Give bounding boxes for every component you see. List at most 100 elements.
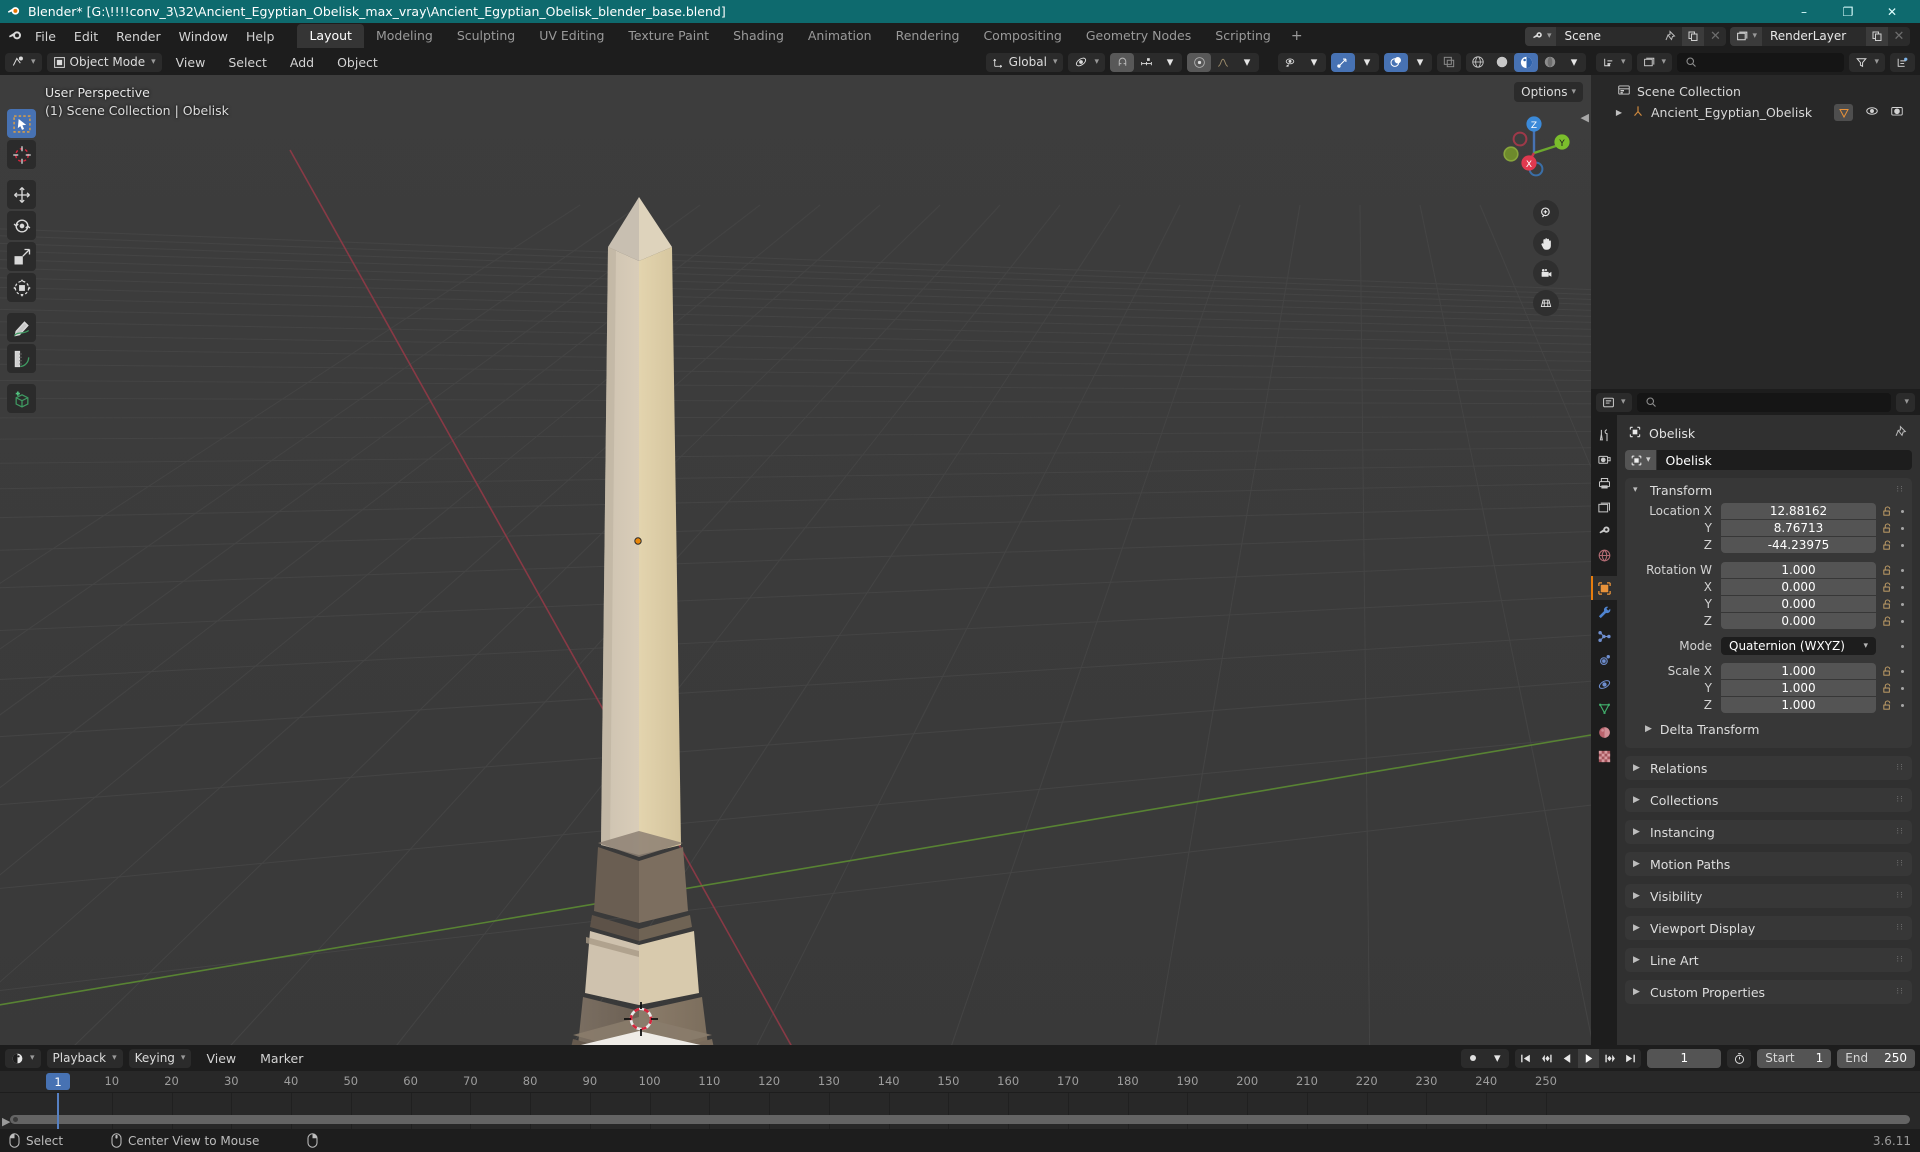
tool-cursor[interactable]	[7, 140, 36, 169]
timeline-ruler[interactable]: 10 20 30 40 50 60 70 80 90 100 110 120 130 140 150 160 1…	[0, 1071, 1920, 1093]
timeline-body[interactable]: ▶	[0, 1093, 1920, 1129]
delta-transform-subpanel[interactable]: ▶ Delta Transform	[1625, 718, 1912, 740]
tool-measure[interactable]	[7, 344, 36, 373]
menu-window[interactable]: Window	[170, 26, 237, 47]
outliner-tree[interactable]: ▶ Scene Collection ▶ Ancient_Egyptian_Ob…	[1591, 75, 1920, 389]
scale-y-row[interactable]: Y 1.000	[1625, 680, 1912, 696]
play-button[interactable]	[1578, 1048, 1600, 1068]
new-view-layer-icon[interactable]	[1866, 26, 1888, 46]
pin-properties-icon[interactable]	[1895, 425, 1912, 441]
snap-increment-icon[interactable]	[1134, 53, 1158, 72]
location-x-row[interactable]: Location X 12.88162	[1625, 503, 1912, 519]
outliner-row-obelisk[interactable]: ▶ Ancient_Egyptian_Obelisk	[1591, 102, 1920, 123]
properties-tab-texture[interactable]	[1591, 744, 1617, 768]
location-x-value[interactable]: 12.88162	[1721, 503, 1876, 519]
outliner-search-input[interactable]	[1677, 52, 1845, 72]
blender-menu-icon[interactable]	[4, 25, 26, 47]
outliner-display-mode-selector[interactable]: ▾	[1636, 52, 1673, 72]
properties-search-input[interactable]	[1636, 392, 1892, 412]
rotation-z-row[interactable]: Z 0.000	[1625, 613, 1912, 629]
auto-keying-chevron-icon[interactable]: ▾	[1485, 1049, 1509, 1068]
rotation-x-animate-dot[interactable]	[1894, 585, 1910, 589]
location-z-animate-dot[interactable]	[1894, 543, 1910, 547]
editor-type-selector[interactable]: ▾	[5, 52, 42, 72]
timeline-horizontal-scrollbar[interactable]	[10, 1115, 1910, 1124]
current-frame-field[interactable]: 1	[1647, 1048, 1722, 1068]
show-gizmo-icon[interactable]	[1331, 52, 1355, 72]
view-layer-selector[interactable]: ▾ RenderLayer ✕	[1730, 26, 1910, 46]
properties-tab-view-layer[interactable]	[1591, 495, 1617, 519]
wireframe-shading-icon[interactable]	[1466, 53, 1490, 72]
toggle-perspective-icon[interactable]	[1533, 290, 1559, 316]
snap-dropdown-chevron-icon[interactable]: ▾	[1158, 53, 1182, 72]
menu-render[interactable]: Render	[107, 26, 170, 47]
timeline-menu-marker[interactable]: Marker	[251, 1048, 312, 1069]
scale-x-animate-dot[interactable]	[1894, 669, 1910, 673]
properties-tab-tool[interactable]	[1591, 423, 1617, 447]
properties-tab-scene[interactable]	[1591, 519, 1617, 543]
scale-z-lock-icon[interactable]	[1876, 699, 1894, 711]
tool-annotate[interactable]	[7, 313, 36, 342]
tool-select-box[interactable]	[7, 109, 36, 138]
tool-transform[interactable]	[7, 273, 36, 302]
snap-magnet-icon[interactable]	[1110, 52, 1134, 72]
add-workspace-button[interactable]: +	[1283, 25, 1311, 47]
shading-chevron-icon[interactable]: ▾	[1562, 53, 1586, 72]
rotation-w-animate-dot[interactable]	[1894, 568, 1910, 572]
motion-paths-panel[interactable]: ▶ Motion Paths ⁝⁝	[1625, 852, 1912, 876]
tool-rotate[interactable]	[7, 211, 36, 240]
properties-tab-world[interactable]	[1591, 543, 1617, 567]
rotation-w-lock-icon[interactable]	[1876, 564, 1894, 576]
location-y-row[interactable]: Y 8.76713	[1625, 520, 1912, 536]
tool-move[interactable]	[7, 180, 36, 209]
tab-compositing[interactable]: Compositing	[971, 24, 1073, 48]
properties-editor-type-selector[interactable]: ▾	[1596, 392, 1632, 412]
custom-properties-panel[interactable]: ▶ Custom Properties ⁝⁝	[1625, 980, 1912, 1004]
pan-hand-icon[interactable]	[1533, 230, 1559, 256]
toggle-xray-icon[interactable]	[1437, 53, 1461, 72]
object-mode-selector[interactable]: Object Mode ▾	[46, 52, 162, 72]
rotation-y-animate-dot[interactable]	[1894, 602, 1910, 606]
delete-view-layer-icon[interactable]: ✕	[1888, 27, 1910, 46]
relations-panel[interactable]: ▶ Relations ⁝⁝	[1625, 756, 1912, 780]
viewport-menu-add[interactable]: Add	[281, 52, 323, 73]
location-y-value[interactable]: 8.76713	[1721, 520, 1876, 536]
stopwatch-icon[interactable]	[1727, 1049, 1751, 1068]
properties-tab-modifiers[interactable]	[1591, 600, 1617, 624]
show-overlays-icon[interactable]	[1384, 52, 1408, 72]
location-z-value[interactable]: -44.23975	[1721, 537, 1876, 553]
timeline-editor-type-selector[interactable]: ▾	[5, 1048, 41, 1068]
scene-selector[interactable]: ▾ Scene ✕	[1524, 26, 1727, 46]
scale-z-animate-dot[interactable]	[1894, 703, 1910, 707]
visibility-panel[interactable]: ▶ Visibility ⁝⁝	[1625, 884, 1912, 908]
rotation-z-value[interactable]: 0.000	[1721, 613, 1876, 629]
location-y-lock-icon[interactable]	[1876, 522, 1894, 534]
menu-help[interactable]: Help	[237, 26, 284, 47]
viewport-display-panel[interactable]: ▶ Viewport Display ⁝⁝	[1625, 916, 1912, 940]
instancing-panel[interactable]: ▶ Instancing ⁝⁝	[1625, 820, 1912, 844]
camera-view-icon[interactable]	[1533, 260, 1559, 286]
rotation-z-lock-icon[interactable]	[1876, 615, 1894, 627]
hide-in-viewport-icon[interactable]	[1865, 104, 1879, 121]
properties-tab-data[interactable]	[1591, 696, 1617, 720]
tab-modeling[interactable]: Modeling	[364, 24, 445, 48]
rotation-y-value[interactable]: 0.000	[1721, 596, 1876, 612]
menu-file[interactable]: File	[26, 26, 65, 47]
solid-shading-icon[interactable]	[1490, 53, 1514, 72]
tab-scripting[interactable]: Scripting	[1203, 24, 1283, 48]
properties-tab-object[interactable]	[1591, 576, 1617, 600]
rotation-mode-animate-dot[interactable]	[1894, 644, 1910, 648]
tab-layout[interactable]: Layout	[297, 24, 364, 48]
close-button[interactable]: ✕	[1870, 0, 1914, 23]
pivot-point-selector[interactable]: ▾	[1068, 52, 1105, 72]
tool-add-cube[interactable]	[7, 384, 36, 413]
rotation-w-value[interactable]: 1.000	[1721, 562, 1876, 578]
show-hide-icon[interactable]	[1278, 53, 1302, 72]
scale-x-row[interactable]: Scale X 1.000	[1625, 663, 1912, 679]
properties-tab-output[interactable]	[1591, 471, 1617, 495]
rotation-z-animate-dot[interactable]	[1894, 619, 1910, 623]
rotation-x-value[interactable]: 0.000	[1721, 579, 1876, 595]
auto-keying-icon[interactable]	[1461, 1049, 1485, 1068]
transform-panel-header[interactable]: ▾ Transform ⁝⁝	[1625, 478, 1912, 502]
timeline-playhead[interactable]	[57, 1093, 59, 1129]
